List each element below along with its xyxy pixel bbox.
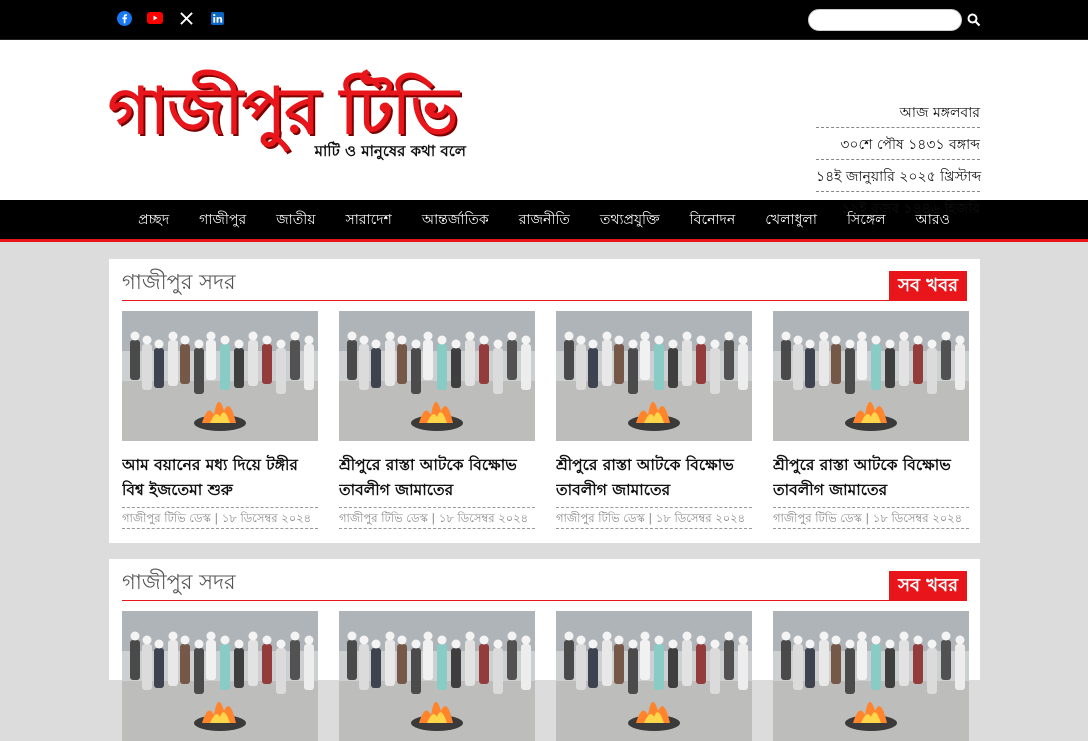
thumbnail-photo <box>339 311 535 441</box>
news-title[interactable]: শ্রীপুরে রাস্তা আটকে বিক্ষোভ তাবলীগ জামা… <box>773 453 969 503</box>
date-panel: আজ মঙ্গলবার ৩০শে পৌষ ১৪৩১ বঙ্গাব্দ ১৪ই জ… <box>816 96 981 224</box>
thumbnail-photo <box>122 311 318 441</box>
nav-item-country[interactable]: সারাদেশ <box>331 201 407 239</box>
news-card[interactable]: শ্রীপুরে রাস্তা আটকে বিক্ষোভ তাবলীগ জামা… <box>339 311 535 529</box>
news-thumbnail[interactable] <box>122 311 318 441</box>
news-meta: গাজীপুর টিভি ডেস্ক | ১৮ ডিসেম্বর ২০২৪ <box>556 507 752 529</box>
news-card[interactable]: শ্রীপুরে রাস্তা আটকে বিক্ষোভ তাবলীগ জামা… <box>556 311 752 529</box>
site-header: গাজীপুর টিভি মাটি ও মানুষের কথা বলে আজ ম… <box>0 40 1088 217</box>
news-meta: গাজীপুর টিভি ডেস্ক | ১৮ ডিসেম্বর ২০২৪ <box>122 507 318 529</box>
nav-item-politics[interactable]: রাজনীতি <box>504 201 585 239</box>
youtube-icon[interactable] <box>147 10 163 26</box>
news-thumbnail[interactable] <box>556 611 752 741</box>
news-card[interactable] <box>773 611 969 741</box>
news-card[interactable] <box>122 611 318 741</box>
thumbnail-photo <box>773 311 969 441</box>
news-card[interactable] <box>339 611 535 741</box>
date-bangla: ৩০শে পৌষ ১৪৩১ বঙ্গাব্দ <box>816 128 980 160</box>
news-section: গাজীপুর সদর সব খবর <box>109 559 980 741</box>
news-section: গাজীপুর সদর সব খবর আম বয়ানের মধ্য দিয়ে… <box>109 259 980 543</box>
thumbnail-photo <box>339 611 535 741</box>
thumbnail-photo <box>773 611 969 741</box>
news-grid: আম বয়ানের মধ্য দিয়ে টঙ্গীর বিশ্ব ইজতেম… <box>122 311 969 529</box>
news-thumbnail[interactable] <box>339 311 535 441</box>
search-box <box>808 9 982 31</box>
news-thumbnail[interactable] <box>556 311 752 441</box>
news-thumbnail[interactable] <box>773 311 969 441</box>
search-input[interactable] <box>808 9 962 31</box>
see-all-button[interactable]: সব খবর <box>889 271 967 301</box>
nav-item-national[interactable]: জাতীয় <box>261 201 330 239</box>
nav-item-tech[interactable]: তথ্যপ্রযুক্তি <box>585 201 675 239</box>
news-thumbnail[interactable] <box>339 611 535 741</box>
facebook-icon[interactable] <box>116 10 132 26</box>
nav-item-international[interactable]: আন্তর্জাতিক <box>407 201 504 239</box>
news-card[interactable]: আম বয়ানের মধ্য দিয়ে টঙ্গীর বিশ্ব ইজতেম… <box>122 311 318 529</box>
news-meta: গাজীপুর টিভি ডেস্ক | ১৮ ডিসেম্বর ২০২৪ <box>339 507 535 529</box>
section-header: গাজীপুর সদর সব খবর <box>122 267 967 301</box>
news-card[interactable] <box>556 611 752 741</box>
section-header: গাজীপুর সদর সব খবর <box>122 567 967 601</box>
nav-item-gazipur[interactable]: গাজীপুর <box>184 201 261 239</box>
news-title[interactable]: শ্রীপুরে রাস্তা আটকে বিক্ষোভ তাবলীগ জামা… <box>339 453 535 503</box>
logo-tagline: মাটি ও মানুষের কথা বলে <box>314 142 466 160</box>
news-meta: গাজীপুর টিভি ডেস্ক | ১৮ ডিসেম্বর ২০২৪ <box>773 507 969 529</box>
see-all-button[interactable]: সব খবর <box>889 571 967 601</box>
news-grid <box>122 611 969 741</box>
news-card[interactable]: শ্রীপুরে রাস্তা আটকে বিক্ষোভ তাবলীগ জামা… <box>773 311 969 529</box>
date-gregorian: ১৪ই জানুয়ারি ২০২৫ খ্রিস্টাব্দ <box>816 160 981 192</box>
social-links <box>116 10 225 26</box>
nav-item-entertainment[interactable]: বিনোদন <box>675 201 751 239</box>
news-title[interactable]: শ্রীপুরে রাস্তা আটকে বিক্ষোভ তাবলীগ জামা… <box>556 453 752 503</box>
linkedin-icon[interactable] <box>209 10 225 26</box>
site-logo[interactable]: গাজীপুর টিভি মাটি ও মানুষের কথা বলে <box>108 72 468 202</box>
date-hijri: ১১ই রজব ১৪৪৬ হিজরি <box>841 201 980 217</box>
x-icon[interactable] <box>178 10 194 26</box>
date-weekday: আজ মঙ্গলবার <box>816 96 980 128</box>
section-title: গাজীপুর সদর <box>122 270 236 294</box>
nav-item-home[interactable]: প্রচ্ছদ <box>123 201 184 239</box>
news-thumbnail[interactable] <box>122 611 318 741</box>
section-title: গাজীপুর সদর <box>122 570 236 594</box>
thumbnail-photo <box>556 311 752 441</box>
top-bar <box>0 0 1088 40</box>
news-title[interactable]: আম বয়ানের মধ্য দিয়ে টঙ্গীর বিশ্ব ইজতেম… <box>122 453 318 503</box>
news-thumbnail[interactable] <box>773 611 969 741</box>
thumbnail-photo <box>556 611 752 741</box>
search-icon[interactable] <box>966 12 982 28</box>
thumbnail-photo <box>122 611 318 741</box>
